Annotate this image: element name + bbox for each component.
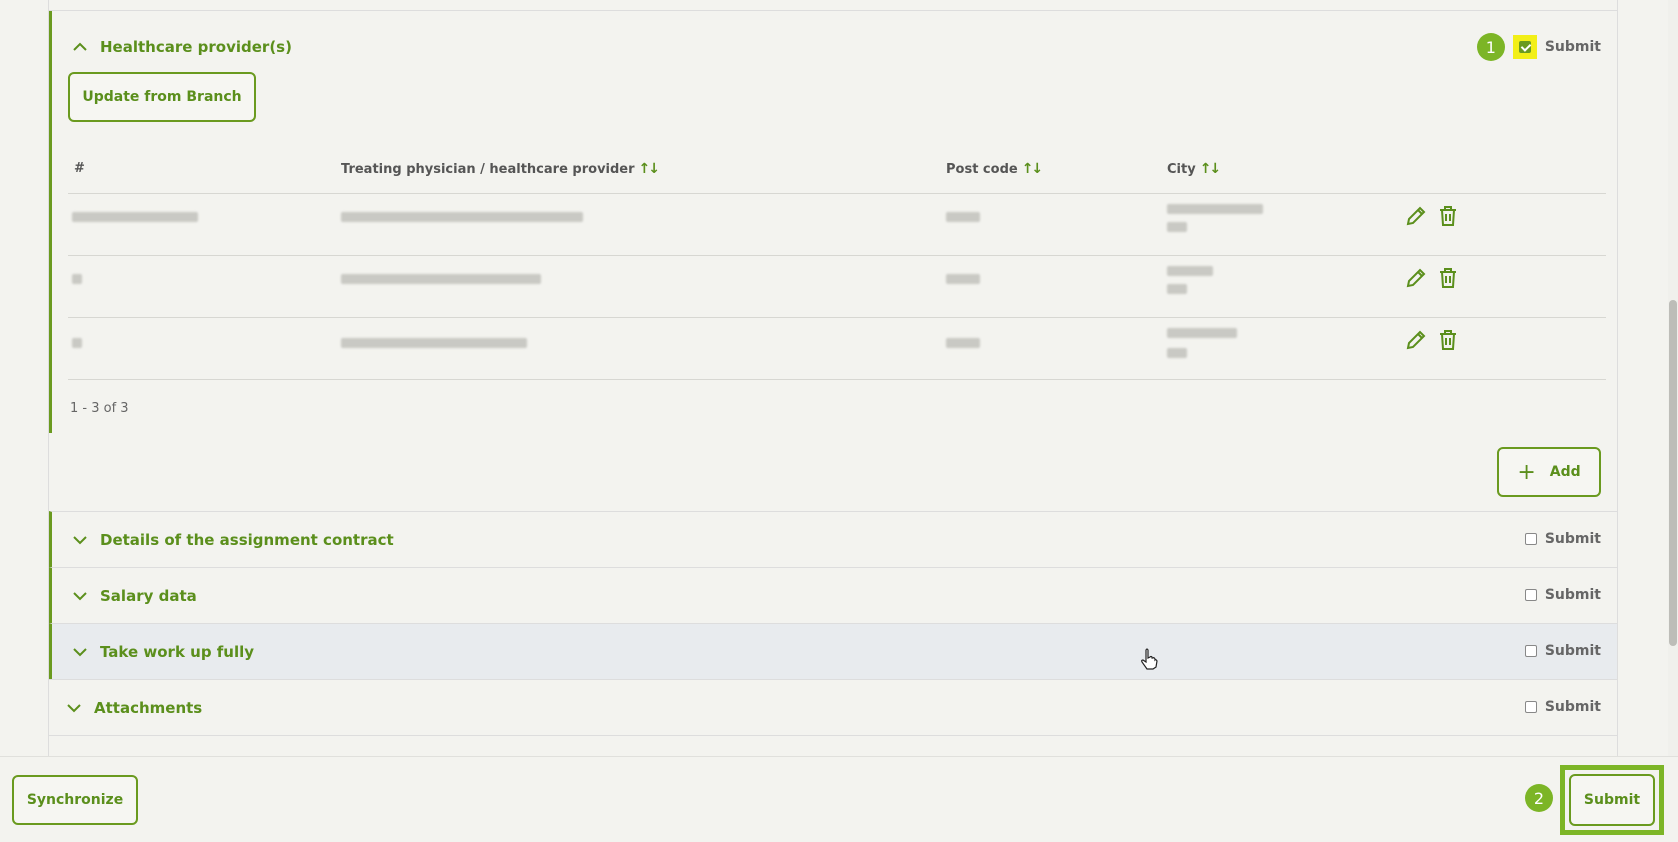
pencil-icon[interactable] <box>1404 204 1428 228</box>
step-badge-1: 1 <box>1476 33 1505 61</box>
pagination-count: 1 - 3 of 3 <box>70 401 129 416</box>
plus-icon: + <box>1517 459 1536 485</box>
table-row <box>68 255 1606 317</box>
table-row <box>68 193 1606 255</box>
redacted-text <box>341 212 583 222</box>
column-header-number: # <box>74 161 85 176</box>
redacted-text <box>341 338 527 348</box>
chevron-down-icon[interactable] <box>70 642 90 662</box>
section-header[interactable]: Healthcare provider(s) <box>70 27 292 67</box>
redacted-text <box>1167 222 1187 232</box>
column-header-city[interactable]: City ↑↓ <box>1167 161 1222 177</box>
section-attachments[interactable]: Attachments Submit <box>49 679 1617 735</box>
column-header-postcode[interactable]: Post code ↑↓ <box>946 161 1044 177</box>
step-badge-2: 2 <box>1525 784 1553 812</box>
redacted-text <box>72 274 82 284</box>
redacted-text <box>1167 328 1237 338</box>
scrollbar-thumb[interactable] <box>1669 300 1677 646</box>
trash-icon[interactable] <box>1436 266 1460 290</box>
submit-checkbox-healthcare[interactable] <box>1518 41 1531 53</box>
highlight-frame: Submit <box>1560 765 1664 835</box>
section-healthcare-providers: Healthcare provider(s) 1 Submit Update f… <box>49 11 1617 497</box>
chevron-down-icon[interactable] <box>64 698 84 718</box>
row-actions <box>1404 204 1460 228</box>
divider <box>49 735 1617 756</box>
trash-icon[interactable] <box>1436 328 1460 352</box>
scrollbar[interactable] <box>1668 0 1678 756</box>
redacted-text <box>1167 348 1187 358</box>
pencil-icon[interactable] <box>1404 266 1428 290</box>
update-from-branch-button[interactable]: Update from Branch <box>68 72 256 122</box>
redacted-text <box>946 212 980 222</box>
submit-label: Submit <box>1544 587 1601 603</box>
divider <box>68 379 1606 380</box>
redacted-text <box>946 274 980 284</box>
redacted-text <box>1167 204 1263 214</box>
redacted-text <box>72 212 198 222</box>
submit-button[interactable]: Submit <box>1569 774 1655 826</box>
chevron-down-icon[interactable] <box>70 530 90 550</box>
submit-label: Submit <box>1544 531 1601 547</box>
hand-cursor-icon <box>1141 648 1158 670</box>
submit-label: Submit <box>1544 643 1601 659</box>
section-title: Healthcare provider(s) <box>100 38 292 56</box>
section-assignment-contract[interactable]: Details of the assignment contract Submi… <box>49 511 1617 567</box>
form-panel: Healthcare provider(s) 1 Submit Update f… <box>48 0 1618 756</box>
redacted-text <box>1167 284 1187 294</box>
section-title: Attachments <box>94 699 203 717</box>
section-title: Salary data <box>100 587 197 605</box>
sort-icon[interactable]: ↑↓ <box>1200 161 1222 177</box>
trash-icon[interactable] <box>1436 204 1460 228</box>
section-title: Take work up fully <box>100 643 255 661</box>
table-row <box>68 317 1606 379</box>
section-title: Details of the assignment contract <box>100 531 394 549</box>
chevron-up-icon[interactable] <box>70 37 90 57</box>
section-take-work-up[interactable]: Take work up fully Submit <box>49 623 1617 679</box>
submit-checkbox[interactable] <box>1524 645 1537 657</box>
submit-checkbox[interactable] <box>1524 701 1537 713</box>
section-submit-toggle: 1 Submit <box>1476 33 1601 61</box>
highlight-box <box>1512 35 1537 59</box>
row-actions <box>1404 266 1460 290</box>
chevron-down-icon[interactable] <box>70 586 90 606</box>
submit-label: Submit <box>1544 39 1601 55</box>
submit-label: Submit <box>1544 699 1601 715</box>
column-header-provider[interactable]: Treating physician / healthcare provider… <box>341 161 661 177</box>
section-salary-data[interactable]: Salary data Submit <box>49 567 1617 623</box>
redacted-text <box>1167 266 1213 276</box>
pencil-icon[interactable] <box>1404 328 1428 352</box>
add-button[interactable]: + Add <box>1497 447 1601 497</box>
redacted-text <box>946 338 980 348</box>
footer-bar: Synchronize 2 Submit <box>0 756 1678 842</box>
sort-icon[interactable]: ↑↓ <box>1022 161 1044 177</box>
row-actions <box>1404 328 1460 352</box>
submit-checkbox[interactable] <box>1524 589 1537 601</box>
sort-icon[interactable]: ↑↓ <box>639 161 661 177</box>
redacted-text <box>72 338 82 348</box>
synchronize-button[interactable]: Synchronize <box>12 775 138 825</box>
submit-checkbox[interactable] <box>1524 533 1537 545</box>
redacted-text <box>341 274 541 284</box>
